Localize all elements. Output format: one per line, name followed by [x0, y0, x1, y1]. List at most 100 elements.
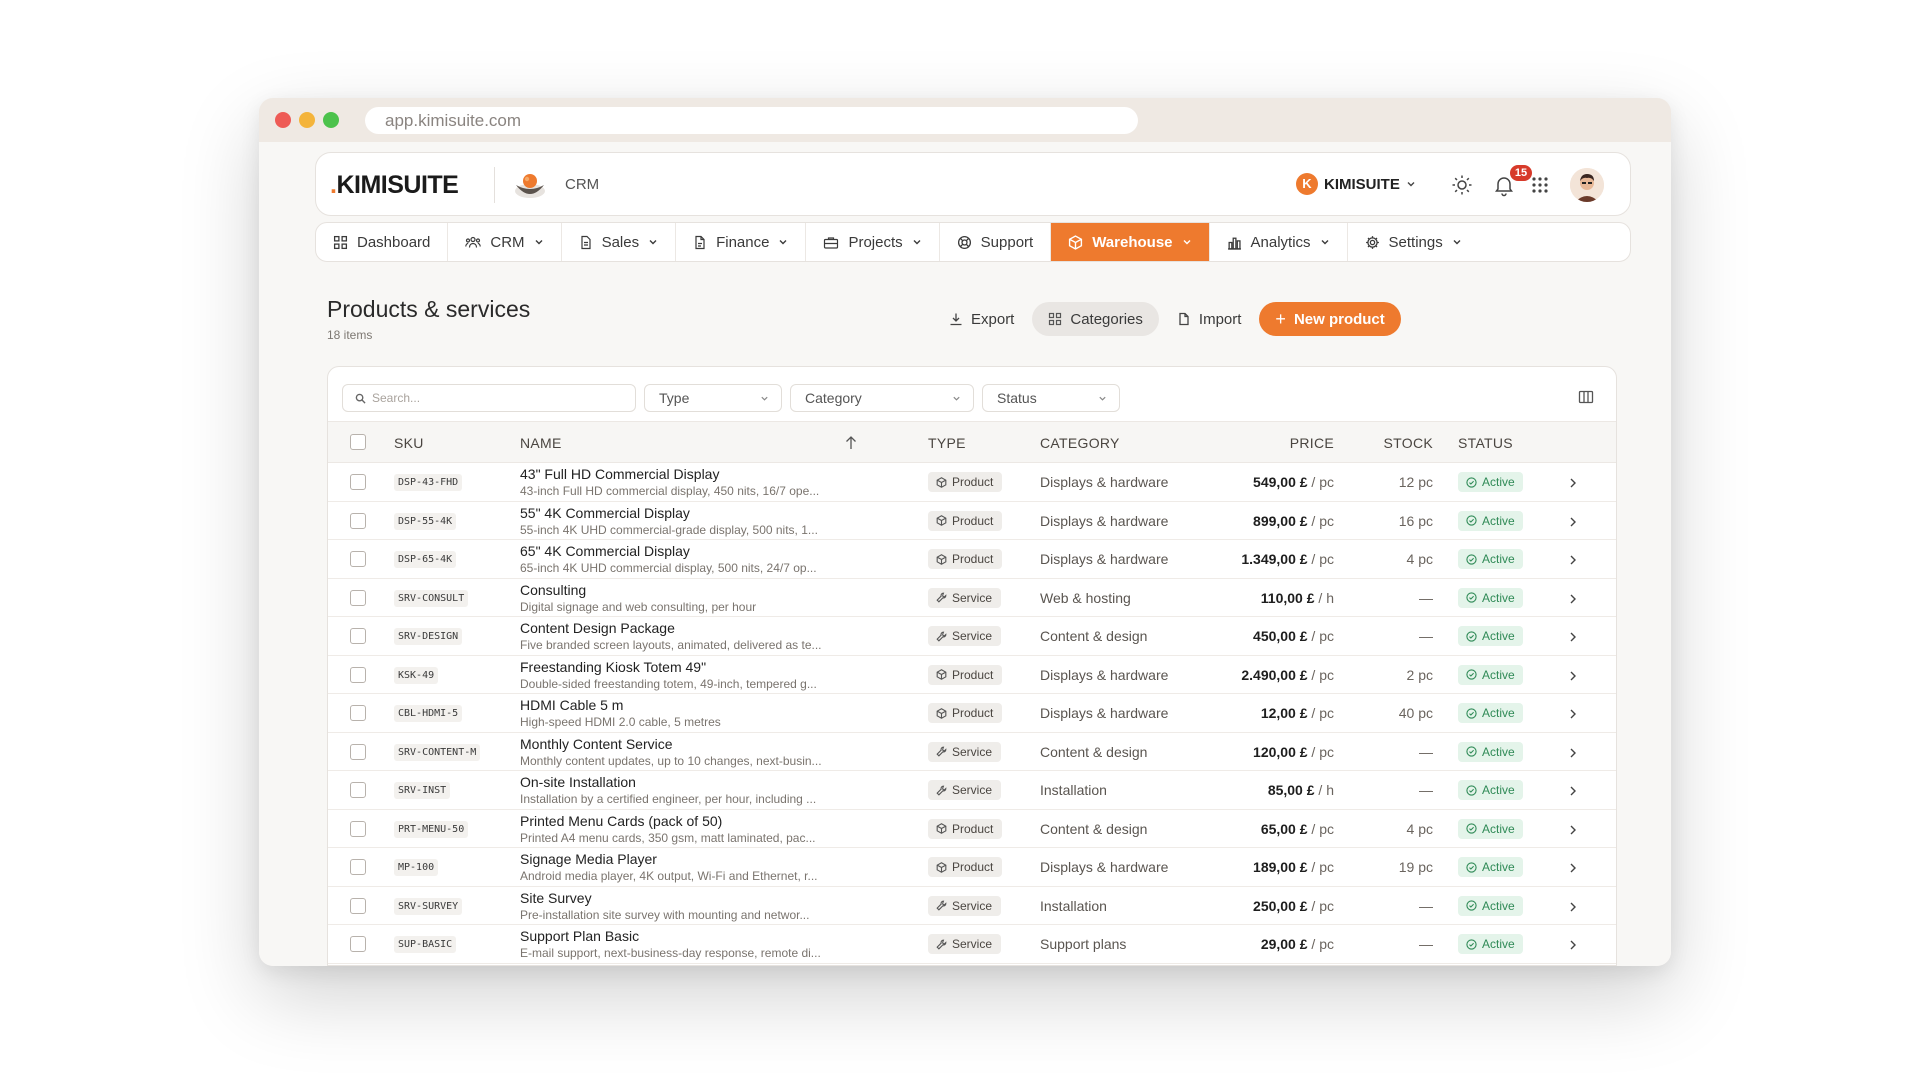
- chevron-right-icon[interactable]: [1568, 630, 1578, 648]
- row-checkbox[interactable]: [350, 936, 366, 952]
- chevron-right-icon[interactable]: [1568, 861, 1578, 879]
- nav-item-projects[interactable]: Projects: [806, 223, 940, 261]
- category-filter[interactable]: Category: [790, 384, 974, 412]
- column-stock[interactable]: STOCK: [1384, 435, 1433, 451]
- nav-item-crm[interactable]: CRM: [448, 223, 562, 261]
- export-button[interactable]: Export: [939, 302, 1024, 336]
- table-row[interactable]: KSK-49 Freestanding Kiosk Totem 49" Double…: [328, 656, 1616, 694]
- theme-toggle-icon[interactable]: [1450, 173, 1474, 197]
- row-checkbox[interactable]: [350, 897, 366, 914]
- categories-button[interactable]: Categories: [1032, 302, 1159, 336]
- price-cell: 65,00 £ / pc: [1260, 820, 1334, 837]
- product-name[interactable]: Support Plan Basic: [520, 928, 639, 944]
- product-name[interactable]: Content Design Package: [520, 620, 675, 636]
- row-checkbox[interactable]: [350, 551, 366, 567]
- table-row[interactable]: SRV-CONSULT Consulting Digital signage and…: [328, 579, 1616, 617]
- table-row[interactable]: DSP-43-FHD 43" Full HD Commercial Display…: [328, 463, 1616, 502]
- chevron-right-icon[interactable]: [1568, 707, 1578, 725]
- table-row[interactable]: SRV-SURVEY Site Survey Pre-installation si…: [328, 887, 1616, 925]
- chevron-right-icon[interactable]: [1568, 746, 1578, 764]
- minimize-window-button[interactable]: [299, 112, 315, 128]
- search-input[interactable]: Search...: [342, 384, 636, 412]
- nav-item-sales[interactable]: Sales: [562, 223, 677, 261]
- chevron-right-icon[interactable]: [1568, 553, 1578, 571]
- table-row[interactable]: PRT-MENU-50 Printed Menu Cards (pack of 5…: [328, 810, 1616, 848]
- column-type[interactable]: TYPE: [928, 435, 966, 451]
- chevron-right-icon[interactable]: [1568, 476, 1578, 494]
- wrench-icon: [936, 631, 947, 642]
- product-name[interactable]: 43" Full HD Commercial Display: [520, 466, 719, 482]
- nav-item-support[interactable]: Support: [940, 223, 1052, 261]
- status-badge: Active: [1458, 587, 1523, 608]
- product-name[interactable]: Consulting: [520, 582, 586, 598]
- product-name[interactable]: 65" 4K Commercial Display: [520, 543, 690, 559]
- table-row[interactable]: DSP-55-4K 55" 4K Commercial Display 55-inc…: [328, 502, 1616, 540]
- user-avatar[interactable]: [1570, 168, 1604, 202]
- row-checkbox[interactable]: [350, 628, 366, 644]
- row-checkbox[interactable]: [350, 666, 366, 683]
- app-logo[interactable]: .KIMISUITE: [330, 171, 459, 200]
- table-row[interactable]: SUP-BASIC Support Plan Basic E-mail suppor…: [328, 925, 1616, 964]
- box-icon: [936, 669, 947, 680]
- grid-icon: [333, 235, 348, 250]
- nav-item-finance[interactable]: Finance: [676, 223, 807, 261]
- nav-item-settings[interactable]: Settings: [1348, 223, 1479, 261]
- row-checkbox[interactable]: [350, 589, 366, 606]
- address-bar[interactable]: app.kimisuite.com: [365, 107, 1138, 134]
- select-all-checkbox[interactable]: [350, 434, 366, 450]
- chevron-right-icon[interactable]: [1568, 823, 1578, 841]
- row-checkbox[interactable]: [350, 705, 366, 721]
- product-name[interactable]: 55" 4K Commercial Display: [520, 505, 690, 521]
- chevron-down-icon: [912, 237, 922, 247]
- close-window-button[interactable]: [275, 112, 291, 128]
- status-filter[interactable]: Status: [982, 384, 1120, 412]
- chevron-right-icon[interactable]: [1568, 938, 1578, 956]
- row-checkbox[interactable]: [350, 820, 366, 837]
- product-name[interactable]: HDMI Cable 5 m: [520, 697, 623, 713]
- nav-item-analytics[interactable]: Analytics: [1210, 223, 1348, 261]
- column-category[interactable]: CATEGORY: [1040, 435, 1120, 451]
- chevron-right-icon[interactable]: [1568, 515, 1578, 533]
- apps-grid-icon[interactable]: [1528, 173, 1552, 197]
- column-price[interactable]: PRICE: [1290, 435, 1334, 451]
- nav-item-dashboard[interactable]: Dashboard: [316, 223, 449, 261]
- product-name[interactable]: Monthly Content Service: [520, 736, 673, 752]
- chevron-right-icon[interactable]: [1568, 592, 1578, 610]
- nav-item-warehouse[interactable]: Warehouse: [1051, 223, 1210, 261]
- table-row[interactable]: SRV-INST On-site Installation Installation…: [328, 771, 1616, 810]
- table-row[interactable]: SRV-CONTENT-M Monthly Content Service Mont…: [328, 733, 1616, 771]
- status-badge: Active: [1458, 549, 1523, 569]
- row-checkbox[interactable]: [350, 474, 366, 490]
- type-filter[interactable]: Type: [644, 384, 782, 412]
- product-name[interactable]: Signage Media Player: [520, 851, 657, 867]
- new-product-button[interactable]: + New product: [1259, 302, 1401, 336]
- table-row[interactable]: CBL-HDMI-5 HDMI Cable 5 m High-speed HDMI …: [328, 694, 1616, 733]
- sort-ascending-icon[interactable]: [844, 435, 858, 451]
- row-checkbox[interactable]: [350, 782, 366, 798]
- product-name[interactable]: Freestanding Kiosk Totem 49": [520, 659, 706, 675]
- chevron-right-icon[interactable]: [1568, 900, 1578, 918]
- table-row[interactable]: DSP-65-4K 65" 4K Commercial Display 65-inc…: [328, 540, 1616, 579]
- product-description: 43-inch Full HD commercial display, 450 …: [520, 484, 820, 498]
- columns-icon[interactable]: [1578, 389, 1594, 405]
- product-name[interactable]: On-site Installation: [520, 774, 636, 790]
- table-row[interactable]: SRV-DESIGN Content Design Package Five bra…: [328, 617, 1616, 656]
- product-name[interactable]: Site Survey: [520, 890, 592, 906]
- column-status[interactable]: STATUS: [1458, 435, 1513, 451]
- column-sku[interactable]: SKU: [394, 435, 424, 451]
- maximize-window-button[interactable]: [323, 112, 339, 128]
- row-checkbox[interactable]: [350, 859, 366, 875]
- row-checkbox[interactable]: [350, 743, 366, 760]
- category-cell: Support plans: [1040, 936, 1127, 952]
- row-checkbox[interactable]: [350, 512, 366, 529]
- chevron-right-icon[interactable]: [1568, 669, 1578, 687]
- company-switcher[interactable]: K KIMISUITE: [1296, 173, 1416, 195]
- chevron-right-icon[interactable]: [1568, 784, 1578, 802]
- product-description: E-mail support, next-business-day respon…: [520, 946, 821, 960]
- stock-cell: 2 pc: [1406, 666, 1433, 683]
- type-badge: Service: [928, 626, 1002, 646]
- column-name[interactable]: NAME: [520, 435, 562, 451]
- table-row[interactable]: MP-100 Signage Media Player Android media …: [328, 848, 1616, 887]
- import-button[interactable]: Import: [1167, 302, 1252, 336]
- product-name[interactable]: Printed Menu Cards (pack of 50): [520, 813, 722, 829]
